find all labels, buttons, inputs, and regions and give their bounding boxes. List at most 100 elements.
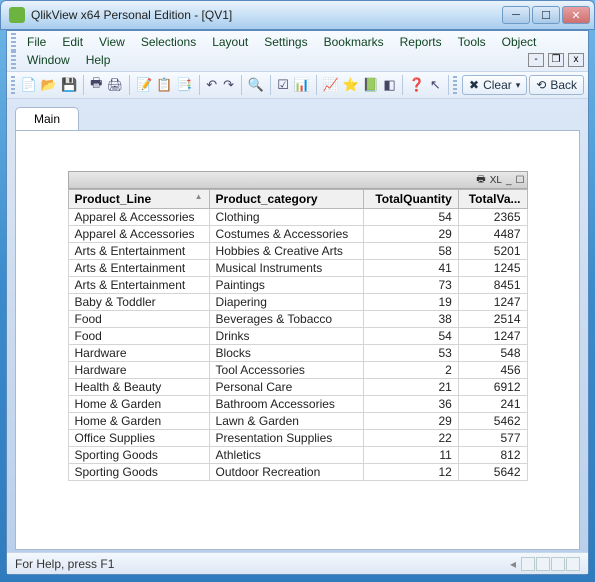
menu-help[interactable]: Help — [78, 51, 119, 69]
col-product-category[interactable]: Product_category — [209, 190, 363, 209]
table-row[interactable]: Office SuppliesPresentation Supplies2257… — [68, 430, 527, 447]
cell-total-quantity[interactable]: 54 — [363, 328, 458, 345]
menu-bookmarks[interactable]: Bookmarks — [316, 33, 392, 51]
cell-product-category[interactable]: Drinks — [209, 328, 363, 345]
cell-total-quantity[interactable]: 58 — [363, 243, 458, 260]
cell-total-value[interactable]: 456 — [458, 362, 527, 379]
cell-product-category[interactable]: Lawn & Garden — [209, 413, 363, 430]
table-row[interactable]: Arts & EntertainmentMusical Instruments4… — [68, 260, 527, 277]
menu-window[interactable]: Window — [19, 51, 78, 69]
table-row[interactable]: Sporting GoodsOutdoor Recreation125642 — [68, 464, 527, 481]
cell-product-line[interactable]: Arts & Entertainment — [68, 243, 209, 260]
minimize-button[interactable]: ─ — [502, 6, 530, 24]
cell-total-quantity[interactable]: 19 — [363, 294, 458, 311]
maximize-caption-icon[interactable]: ☐ — [516, 175, 525, 186]
table-row[interactable]: Baby & ToddlerDiapering191247 — [68, 294, 527, 311]
open-icon[interactable]: 📂 — [40, 75, 58, 95]
save-icon[interactable]: 💾 — [60, 75, 78, 95]
cell-product-line[interactable]: Health & Beauty — [68, 379, 209, 396]
doc-restore-button[interactable]: ❐ — [548, 53, 564, 67]
menu-object[interactable]: Object — [494, 33, 545, 51]
cell-product-line[interactable]: Hardware — [68, 345, 209, 362]
cell-total-value[interactable]: 6912 — [458, 379, 527, 396]
cell-product-line[interactable]: Home & Garden — [68, 413, 209, 430]
cell-product-line[interactable]: Apparel & Accessories — [68, 209, 209, 226]
cell-product-category[interactable]: Clothing — [209, 209, 363, 226]
print-caption-icon[interactable]: 🖶 — [476, 172, 485, 189]
maximize-button[interactable]: ☐ — [532, 6, 560, 24]
cell-product-line[interactable]: Home & Garden — [68, 396, 209, 413]
search-icon[interactable]: 🔍 — [247, 75, 265, 95]
select-icon[interactable]: ↖ — [428, 75, 443, 95]
print-icon[interactable]: 🖨 — [106, 75, 125, 95]
cell-product-category[interactable]: Personal Care — [209, 379, 363, 396]
doc-close-button[interactable]: x — [568, 53, 584, 67]
cell-total-value[interactable]: 1247 — [458, 328, 527, 345]
menu-view[interactable]: View — [91, 33, 133, 51]
menu-file[interactable]: File — [19, 33, 54, 51]
help-icon[interactable]: ❓ — [408, 75, 426, 95]
cell-product-category[interactable]: Tool Accessories — [209, 362, 363, 379]
chart-caption[interactable]: 🖶 XL _ ☐ — [68, 171, 528, 189]
cell-total-value[interactable]: 548 — [458, 345, 527, 362]
cell-product-line[interactable]: Arts & Entertainment — [68, 260, 209, 277]
menu-grip-icon[interactable] — [11, 51, 16, 69]
report-icon[interactable]: 📗 — [362, 75, 380, 95]
back-button[interactable]: ⟲Back — [529, 75, 584, 95]
menu-reports[interactable]: Reports — [392, 33, 450, 51]
table-row[interactable]: Home & GardenBathroom Accessories36241 — [68, 396, 527, 413]
menu-settings[interactable]: Settings — [256, 33, 315, 51]
cell-total-quantity[interactable]: 21 — [363, 379, 458, 396]
cell-total-quantity[interactable]: 12 — [363, 464, 458, 481]
menu-selections[interactable]: Selections — [133, 33, 204, 51]
cell-product-line[interactable]: Arts & Entertainment — [68, 277, 209, 294]
cell-total-value[interactable]: 8451 — [458, 277, 527, 294]
cell-total-quantity[interactable]: 29 — [363, 413, 458, 430]
cell-product-line[interactable]: Office Supplies — [68, 430, 209, 447]
excel-caption-icon[interactable]: XL — [490, 175, 502, 186]
col-total-quantity[interactable]: TotalQuantity — [363, 190, 458, 209]
cell-total-quantity[interactable]: 36 — [363, 396, 458, 413]
new-doc-icon[interactable]: 📄 — [20, 75, 38, 95]
cell-product-line[interactable]: Sporting Goods — [68, 447, 209, 464]
redo-icon[interactable]: ↷ — [221, 75, 236, 95]
cell-total-value[interactable]: 2365 — [458, 209, 527, 226]
cell-product-category[interactable]: Athletics — [209, 447, 363, 464]
layout-icon[interactable]: ◧ — [382, 75, 397, 95]
bookmark-icon[interactable]: ⭐ — [342, 75, 360, 95]
edit-script-icon[interactable]: 📝 — [135, 75, 153, 95]
cell-product-category[interactable]: Hobbies & Creative Arts — [209, 243, 363, 260]
cell-product-category[interactable]: Beverages & Tobacco — [209, 311, 363, 328]
table-row[interactable]: Apparel & AccessoriesClothing542365 — [68, 209, 527, 226]
cell-total-value[interactable]: 577 — [458, 430, 527, 447]
chart-icon[interactable]: 📈 — [321, 75, 339, 95]
cell-product-line[interactable]: Food — [68, 328, 209, 345]
cell-total-value[interactable]: 5642 — [458, 464, 527, 481]
cell-product-category[interactable]: Paintings — [209, 277, 363, 294]
table-row[interactable]: Arts & EntertainmentHobbies & Creative A… — [68, 243, 527, 260]
wizard-icon[interactable]: 📊 — [293, 75, 311, 95]
table-row[interactable]: FoodBeverages & Tobacco382514 — [68, 311, 527, 328]
save-all-icon[interactable]: 🖶 — [89, 75, 104, 95]
cell-total-quantity[interactable]: 2 — [363, 362, 458, 379]
table-row[interactable]: Apparel & AccessoriesCostumes & Accessor… — [68, 226, 527, 243]
cell-total-quantity[interactable]: 73 — [363, 277, 458, 294]
cell-product-line[interactable]: Baby & Toddler — [68, 294, 209, 311]
menu-edit[interactable]: Edit — [54, 33, 91, 51]
sheet-area[interactable]: 🖶 XL _ ☐ Product_Line▲ Product_category … — [15, 130, 580, 550]
cell-product-category[interactable]: Blocks — [209, 345, 363, 362]
undo-icon[interactable]: ↶ — [204, 75, 219, 95]
cell-product-category[interactable]: Diapering — [209, 294, 363, 311]
cell-total-quantity[interactable]: 22 — [363, 430, 458, 447]
cell-product-category[interactable]: Musical Instruments — [209, 260, 363, 277]
cell-product-line[interactable]: Hardware — [68, 362, 209, 379]
cell-total-value[interactable]: 5201 — [458, 243, 527, 260]
cell-total-value[interactable]: 4487 — [458, 226, 527, 243]
cell-total-value[interactable]: 1247 — [458, 294, 527, 311]
table-row[interactable]: HardwareBlocks53548 — [68, 345, 527, 362]
cell-total-quantity[interactable]: 11 — [363, 447, 458, 464]
cell-total-value[interactable]: 812 — [458, 447, 527, 464]
cell-total-value[interactable]: 2514 — [458, 311, 527, 328]
cell-total-quantity[interactable]: 53 — [363, 345, 458, 362]
cell-total-quantity[interactable]: 38 — [363, 311, 458, 328]
